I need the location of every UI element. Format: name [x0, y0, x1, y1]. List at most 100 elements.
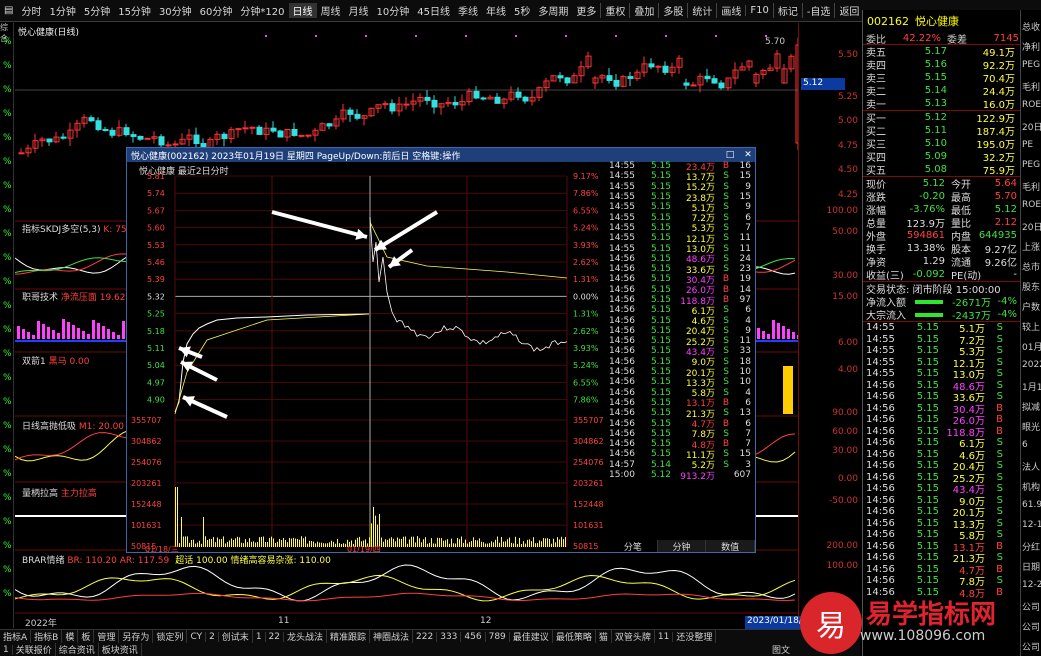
- edge-item[interactable]: 总市: [1022, 260, 1040, 273]
- period-tab[interactable]: 季线: [454, 3, 482, 18]
- subpane-label[interactable]: 双箭1 黑马 0.00: [22, 354, 90, 367]
- edge-item[interactable]: 毛利: [1022, 180, 1040, 193]
- period-tab[interactable]: 15分钟: [114, 3, 155, 18]
- info-tab[interactable]: 板块资讯: [99, 643, 142, 656]
- edge-item[interactable]: 12-2: [1022, 580, 1041, 590]
- edge-item[interactable]: ROE: [1022, 100, 1041, 110]
- edge-item[interactable]: 公司: [1022, 600, 1040, 613]
- formula-tab[interactable]: 22: [266, 631, 284, 642]
- toolbar-button[interactable]: -自选: [801, 3, 835, 18]
- period-tab[interactable]: 多周期: [534, 3, 572, 18]
- toolbar-button[interactable]: F10: [745, 5, 772, 16]
- formula-tab[interactable]: 2: [206, 631, 219, 642]
- formula-tab[interactable]: 创试末: [219, 630, 253, 643]
- order-level[interactable]: 买五 5.08 75.9万: [863, 163, 1020, 177]
- formula-tab[interactable]: 模: [62, 630, 79, 643]
- info-tab[interactable]: 1: [0, 644, 13, 655]
- formula-tab[interactable]: 11: [655, 631, 674, 642]
- toolbar-icon[interactable]: ▤: [0, 5, 17, 16]
- period-tab[interactable]: 分时: [17, 3, 45, 18]
- period-tab[interactable]: 周线: [317, 3, 345, 18]
- edge-item[interactable]: 总收: [1022, 20, 1040, 33]
- edge-item[interactable]: 12-1: [1022, 520, 1041, 530]
- subpane-label[interactable]: 指标SKDJ多空(5,3) K: 75: [22, 222, 127, 235]
- formula-tab[interactable]: 指标A: [0, 630, 32, 643]
- edge-item[interactable]: 毛利: [1022, 80, 1040, 93]
- edge-item[interactable]: 分红: [1022, 540, 1040, 553]
- edge-item[interactable]: 1月1: [1022, 380, 1041, 393]
- subpane-label[interactable]: BRAR情绪 BR: 110.20 AR: 117.59 超话 100.00 情绪…: [22, 553, 331, 566]
- edge-item[interactable]: 拟减: [1022, 400, 1040, 413]
- edge-item[interactable]: 2022: [1022, 360, 1041, 370]
- edge-item[interactable]: 机构: [1022, 480, 1040, 493]
- formula-tab[interactable]: 222: [413, 631, 438, 642]
- popup-restore-icon[interactable]: □: [723, 150, 737, 160]
- edge-item[interactable]: PEG: [1022, 160, 1040, 170]
- period-tab[interactable]: 月线: [345, 3, 373, 18]
- period-tab[interactable]: 分钟*120: [236, 3, 288, 18]
- popup-tick-table[interactable]: 14:55 5.15 23.4万 B 16 14:55 5.15 13.7万 S 15 14:55 5…: [609, 161, 755, 536]
- intraday-chart[interactable]: 5.81 9.17% 5.74 7.86% 5.67 6.55% 5.60 5.24% 5.53…: [127, 162, 609, 554]
- period-tab[interactable]: 60分钟: [196, 3, 237, 18]
- formula-tab[interactable]: 789: [486, 631, 510, 642]
- toolbar-button[interactable]: 重权: [600, 3, 629, 18]
- edge-item[interactable]: 20日: [1022, 120, 1041, 133]
- edge-item[interactable]: 法人: [1022, 460, 1040, 473]
- toolbar-button[interactable]: 返回: [834, 3, 863, 18]
- formula-tab[interactable]: 神圈战法: [370, 630, 414, 643]
- edge-item[interactable]: 户数: [1022, 300, 1040, 313]
- order-level[interactable]: 卖一 5.13 16.0万: [863, 97, 1020, 111]
- period-tab[interactable]: 年线: [482, 3, 510, 18]
- period-tab[interactable]: 5秒: [510, 3, 534, 18]
- subpane-label[interactable]: 量柄拉高 主力拉高: [22, 486, 97, 499]
- formula-tab[interactable]: 最佳建议: [510, 630, 553, 643]
- formula-tab[interactable]: 精准跟踪: [327, 630, 371, 643]
- formula-tab[interactable]: 1: [253, 631, 266, 642]
- popup-titlebar[interactable]: 悦心健康(002162) 2023年01月19日 星期四 PageUp/Down…: [127, 148, 755, 162]
- edge-item[interactable]: 6: [1022, 440, 1028, 450]
- formula-tab[interactable]: 双管头牌: [612, 630, 655, 643]
- edge-item[interactable]: PEG: [1022, 60, 1040, 70]
- formula-tab[interactable]: 最低策略: [553, 630, 596, 643]
- formula-tab[interactable]: 333: [437, 631, 462, 642]
- edge-item[interactable]: 61.9: [1022, 500, 1041, 510]
- edge-item[interactable]: PE: [1022, 140, 1033, 150]
- formula-tab[interactable]: 管理: [94, 630, 120, 643]
- formula-tab[interactable]: 另存为: [119, 630, 154, 643]
- edge-item[interactable]: 眼光: [1022, 420, 1040, 433]
- toolbar-button[interactable]: 画线: [716, 3, 745, 18]
- formula-tab[interactable]: 龙头战法: [284, 630, 328, 643]
- period-tab[interactable]: 日线: [288, 3, 317, 18]
- edge-item[interactable]: 净利: [1022, 40, 1040, 53]
- formula-tab[interactable]: 456: [461, 631, 486, 642]
- period-tab[interactable]: 45日线: [413, 3, 454, 18]
- info-tab[interactable]: 关联报价: [13, 643, 56, 656]
- edge-item[interactable]: 日期: [1022, 560, 1040, 573]
- formula-tab[interactable]: 猫: [596, 630, 612, 643]
- edge-item[interactable]: ROE: [1022, 200, 1041, 210]
- period-tab[interactable]: 更多: [572, 3, 600, 18]
- formula-tab[interactable]: CY: [187, 631, 207, 642]
- period-tab[interactable]: 1分钟: [45, 3, 79, 18]
- period-tab[interactable]: 30分钟: [155, 3, 196, 18]
- edge-item[interactable]: 公司: [1022, 620, 1040, 633]
- formula-tab[interactable]: 还没整理: [673, 630, 717, 643]
- popup-tab[interactable]: 分笔: [609, 540, 658, 553]
- popup-tab[interactable]: 分钟: [657, 540, 707, 553]
- edge-item[interactable]: 01月: [1022, 340, 1041, 353]
- period-tab[interactable]: 5分钟: [80, 3, 114, 18]
- formula-tab[interactable]: 指标B: [31, 630, 63, 643]
- popup-close-icon[interactable]: ✕: [741, 150, 755, 160]
- period-tab[interactable]: 10分钟: [373, 3, 414, 18]
- formula-tab[interactable]: 板: [78, 630, 95, 643]
- edge-item[interactable]: 上涨: [1022, 240, 1040, 253]
- popup-tab[interactable]: 数值: [706, 540, 756, 553]
- subpane-label[interactable]: 职哥技术 净流压面 19.62: [22, 290, 126, 303]
- toolbar-button[interactable]: 统计: [687, 3, 716, 18]
- info-tab[interactable]: 综合资讯: [56, 643, 99, 656]
- edge-item[interactable]: 公司: [1022, 640, 1040, 653]
- edge-item[interactable]: 股东: [1022, 280, 1040, 293]
- formula-tab[interactable]: 锁定列: [153, 630, 188, 643]
- subpane-label[interactable]: 日线高抛低吸 M1: 20.00: [22, 419, 124, 432]
- toolbar-button[interactable]: 多股: [658, 3, 687, 18]
